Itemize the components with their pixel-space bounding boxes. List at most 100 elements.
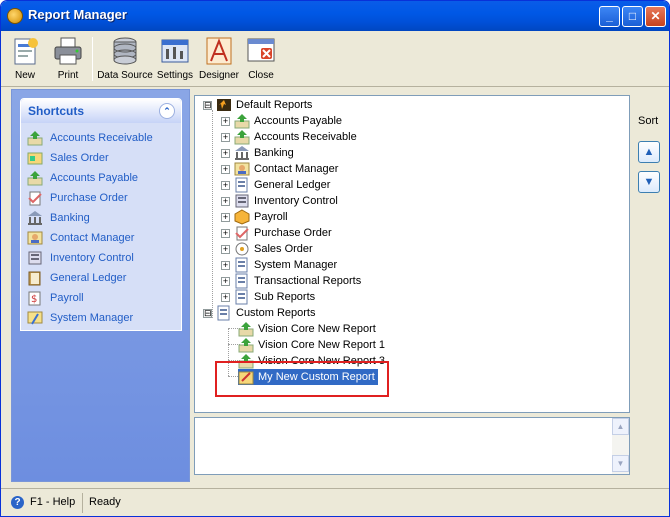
tree-node[interactable]: + Payroll bbox=[221, 209, 288, 225]
tree-node-label: Payroll bbox=[254, 211, 288, 223]
expand-toggle[interactable]: + bbox=[221, 292, 230, 302]
accounts-payable-icon bbox=[27, 170, 43, 186]
tree-node[interactable]: Vision Core New Report bbox=[238, 321, 376, 337]
report-icon bbox=[238, 321, 254, 337]
maximize-button[interactable]: □ bbox=[622, 6, 643, 27]
shortcut-label: Accounts Receivable bbox=[50, 132, 153, 144]
system-manager-icon bbox=[27, 310, 43, 326]
close-button[interactable]: Close bbox=[244, 33, 278, 85]
shortcut-purchase-order[interactable]: Purchase Order bbox=[21, 188, 181, 208]
tree-node[interactable]: + Contact Manager bbox=[221, 161, 338, 177]
designer-button[interactable]: Designer bbox=[198, 33, 240, 85]
tree-node-label: Accounts Receivable bbox=[254, 131, 357, 143]
accounts-receivable-icon bbox=[234, 129, 250, 145]
shortcut-label: Sales Order bbox=[50, 152, 109, 164]
new-button[interactable]: New bbox=[7, 33, 43, 85]
expand-toggle[interactable]: + bbox=[221, 260, 230, 270]
tree-node[interactable]: + Accounts Receivable bbox=[221, 129, 357, 145]
tree-node[interactable]: + System Manager bbox=[221, 257, 337, 273]
expand-toggle[interactable]: + bbox=[221, 276, 230, 286]
collapse-toggle[interactable]: ⊟ bbox=[203, 100, 212, 110]
print-button[interactable]: Print bbox=[49, 33, 87, 85]
close-window-icon bbox=[245, 35, 277, 67]
tree-node[interactable]: + Banking bbox=[221, 145, 294, 161]
shortcut-accounts-receivable[interactable]: Accounts Receivable bbox=[21, 128, 181, 148]
shortcut-accounts-payable[interactable]: Accounts Payable bbox=[21, 168, 181, 188]
shortcut-sales-order[interactable]: Sales Order bbox=[21, 148, 181, 168]
tree-node-default-reports[interactable]: ⊟ Default Reports bbox=[203, 97, 312, 113]
new-report-icon bbox=[9, 35, 41, 67]
payroll-icon: $ bbox=[27, 290, 43, 306]
shortcuts-panel: Shortcuts ⌃ Accounts Receivable Sales Or… bbox=[20, 98, 182, 331]
shortcut-label: Accounts Payable bbox=[50, 172, 139, 184]
shortcut-contact-manager[interactable]: Contact Manager bbox=[21, 228, 181, 248]
minimize-button[interactable]: _ bbox=[599, 6, 620, 27]
scroll-track[interactable] bbox=[612, 435, 629, 455]
tree-node[interactable]: + Purchase Order bbox=[221, 225, 332, 241]
tree-node[interactable]: + Transactional Reports bbox=[221, 273, 361, 289]
shortcut-inventory-control[interactable]: Inventory Control bbox=[21, 248, 181, 268]
tree-node[interactable]: + Inventory Control bbox=[221, 193, 338, 209]
scroll-up-button[interactable]: ▲ bbox=[612, 418, 629, 435]
expand-toggle[interactable]: + bbox=[221, 116, 230, 126]
sub-reports-icon bbox=[234, 289, 250, 305]
system-manager-icon bbox=[234, 257, 250, 273]
tree-node[interactable]: + Sales Order bbox=[221, 241, 313, 257]
settings-button[interactable]: Settings bbox=[156, 33, 194, 85]
payroll-icon bbox=[234, 209, 250, 225]
shortcuts-header[interactable]: Shortcuts ⌃ bbox=[21, 99, 181, 123]
expand-toggle[interactable]: + bbox=[221, 196, 230, 206]
general-ledger-icon bbox=[27, 270, 43, 286]
tree-node-label: Vision Core New Report 1 bbox=[258, 339, 385, 351]
expand-toggle[interactable]: + bbox=[221, 180, 230, 190]
shortcut-system-manager[interactable]: System Manager bbox=[21, 308, 181, 328]
collapse-chevron-icon[interactable]: ⌃ bbox=[159, 103, 175, 119]
default-reports-icon bbox=[216, 97, 232, 113]
sort-up-button[interactable]: ▲ bbox=[638, 141, 660, 163]
shortcut-payroll[interactable]: $ Payroll bbox=[21, 288, 181, 308]
expand-toggle[interactable]: + bbox=[221, 148, 230, 158]
shortcut-label: Payroll bbox=[50, 292, 84, 304]
shortcut-general-ledger[interactable]: General Ledger bbox=[21, 268, 181, 288]
shortcut-label: Contact Manager bbox=[50, 232, 135, 244]
custom-reports-icon bbox=[216, 305, 232, 321]
shortcuts-list: Accounts Receivable Sales Order Accounts… bbox=[21, 123, 181, 328]
title-bar[interactable]: Report Manager _ □ ✕ bbox=[1, 1, 669, 31]
tree-node[interactable]: + Sub Reports bbox=[221, 289, 315, 305]
contact-manager-icon bbox=[234, 161, 250, 177]
scroll-down-button[interactable]: ▼ bbox=[612, 455, 629, 472]
close-window-button[interactable]: ✕ bbox=[645, 6, 666, 27]
expand-toggle[interactable]: + bbox=[221, 228, 230, 238]
expand-toggle[interactable]: + bbox=[221, 132, 230, 142]
tree-node-label: Banking bbox=[254, 147, 294, 159]
expand-toggle[interactable]: + bbox=[221, 212, 230, 222]
shortcut-label: Inventory Control bbox=[50, 252, 134, 264]
shortcut-label: Purchase Order bbox=[50, 192, 128, 204]
tree-node[interactable]: + General Ledger bbox=[221, 177, 330, 193]
vertical-scrollbar[interactable]: ▲ ▼ bbox=[612, 418, 629, 474]
tree-node-label: Accounts Payable bbox=[254, 115, 343, 127]
collapse-toggle[interactable]: ⊟ bbox=[203, 308, 212, 318]
shortcut-label: System Manager bbox=[50, 312, 134, 324]
general-ledger-icon bbox=[234, 177, 250, 193]
tree-node-label: Default Reports bbox=[236, 99, 313, 111]
shortcut-banking[interactable]: Banking bbox=[21, 208, 181, 228]
tree-node-label: Transactional Reports bbox=[254, 275, 362, 287]
tree-node[interactable]: + Accounts Payable bbox=[221, 113, 342, 129]
tree-node-label: Vision Core New Report bbox=[258, 323, 376, 335]
data-source-button[interactable]: Data Source bbox=[97, 33, 153, 85]
sort-down-button[interactable]: ▼ bbox=[638, 171, 660, 193]
expand-toggle[interactable]: + bbox=[221, 244, 230, 254]
help-hint: F1 - Help bbox=[30, 496, 76, 508]
tree-node[interactable]: Vision Core New Report 1 bbox=[238, 337, 385, 353]
shortcuts-title: Shortcuts bbox=[28, 104, 85, 118]
tree-guide-line bbox=[212, 110, 213, 318]
sales-order-icon bbox=[27, 150, 43, 166]
tree-node-label: Sub Reports bbox=[254, 291, 316, 303]
tree-node-label: General Ledger bbox=[254, 179, 331, 191]
purchase-order-icon bbox=[27, 190, 43, 206]
settings-icon bbox=[159, 35, 191, 67]
transactional-reports-icon bbox=[234, 273, 250, 289]
expand-toggle[interactable]: + bbox=[221, 164, 230, 174]
tree-node-custom-reports[interactable]: ⊟ Custom Reports bbox=[203, 305, 315, 321]
